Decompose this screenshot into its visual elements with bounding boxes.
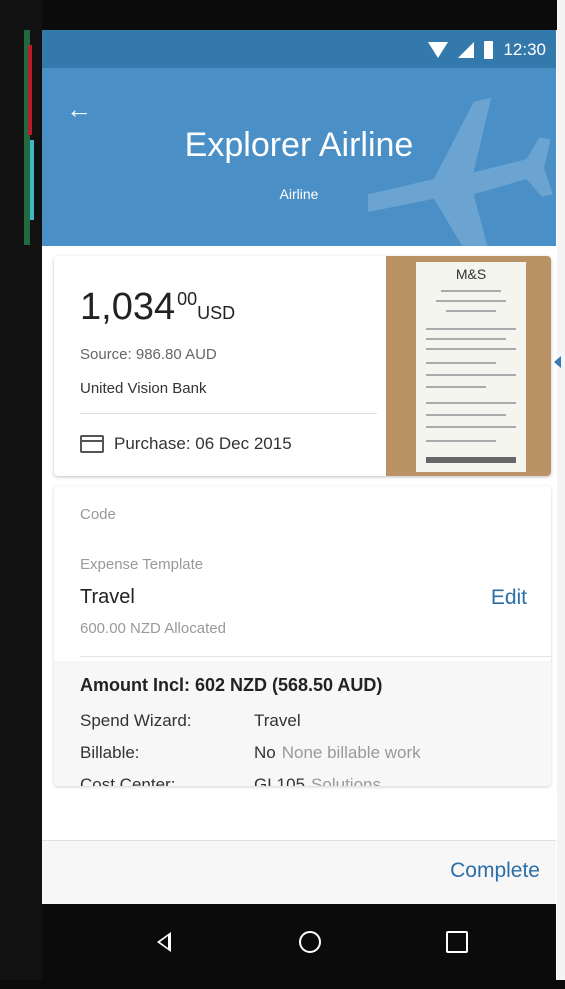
page-subtitle: Airline xyxy=(279,186,319,202)
system-nav-bar xyxy=(42,904,556,980)
back-arrow-icon[interactable]: ← xyxy=(66,94,92,125)
page-title: Explorer Airline xyxy=(184,126,414,164)
amount-cents: 00 xyxy=(177,289,198,310)
bank-name: United Vision Bank xyxy=(80,380,207,397)
detail-row-label: Spend Wizard: xyxy=(80,711,192,730)
amount-main: 1,034 xyxy=(80,286,176,328)
nav-home-icon xyxy=(299,931,321,953)
credit-card-icon xyxy=(80,435,104,453)
nav-back-button[interactable] xyxy=(124,904,204,980)
details-card: Code Expense Template Travel 600.00 NZD … xyxy=(54,486,551,786)
status-icons: 12:30 xyxy=(428,40,546,60)
detail-row-billable: Billable: No None billable work xyxy=(80,743,421,763)
detail-row-cost-center: Cost Center: GL105 Solutions xyxy=(80,775,381,786)
nav-recents-icon xyxy=(446,931,468,953)
chevron-left-icon[interactable] xyxy=(554,356,561,368)
nav-recents-button[interactable] xyxy=(417,904,497,980)
detail-row-value: GL105 Solutions xyxy=(254,775,381,786)
signal-icon xyxy=(458,42,475,58)
status-time: 12:30 xyxy=(503,40,546,59)
edge-strip xyxy=(28,45,32,135)
status-bar: 12:30 xyxy=(42,30,556,68)
transaction-card[interactable]: 1,034 00USD Source: 986.80 AUD United Vis… xyxy=(54,256,551,476)
detail-row-label: Cost Center: xyxy=(80,775,176,786)
app-header: ← Explorer Airline Airline xyxy=(42,68,556,246)
receipt-brand: M&S xyxy=(455,266,487,282)
amount-incl: Amount Incl: 602 NZD (568.50 AUD) xyxy=(80,675,383,695)
edge-strip xyxy=(30,140,34,220)
receipt-paper: M&S xyxy=(416,262,526,472)
expense-template-label: Expense Template xyxy=(80,556,204,573)
detail-row-value: Travel xyxy=(254,711,301,730)
card-divider xyxy=(80,413,377,414)
amount-section: Amount Incl: 602 NZD (568.50 AUD) Spend … xyxy=(54,661,551,786)
code-label: Code xyxy=(80,506,116,523)
detail-row-value: No None billable work xyxy=(254,743,421,762)
nav-home-button[interactable] xyxy=(270,904,350,980)
expense-template-name: Travel xyxy=(80,586,135,608)
detail-row-label: Billable: xyxy=(80,743,140,762)
bottom-action-bar: Complete xyxy=(42,840,556,905)
purchase-date: Purchase: 06 Dec 2015 xyxy=(80,434,292,454)
detail-row-spend-wizard: Spend Wizard: Travel xyxy=(80,711,301,731)
amount: 1,034 00USD xyxy=(80,286,235,329)
nav-back-icon xyxy=(157,932,171,952)
receipt-thumbnail[interactable]: M&S xyxy=(386,256,551,476)
edit-button[interactable]: Edit xyxy=(491,586,527,610)
screen-left-frame xyxy=(0,0,42,989)
wifi-icon xyxy=(428,42,449,58)
screen-bottom-frame xyxy=(0,980,565,989)
amount-currency: USD xyxy=(197,303,236,323)
purchase-label: Purchase: 06 Dec 2015 xyxy=(114,434,292,453)
screen-right-frame xyxy=(557,0,565,989)
allocated-amount: 600.00 NZD Allocated xyxy=(80,620,226,637)
battery-icon xyxy=(484,41,494,59)
source-amount: Source: 986.80 AUD xyxy=(80,346,217,363)
details-divider xyxy=(80,656,551,657)
complete-button[interactable]: Complete xyxy=(450,859,540,883)
screen-top-frame xyxy=(0,0,565,30)
